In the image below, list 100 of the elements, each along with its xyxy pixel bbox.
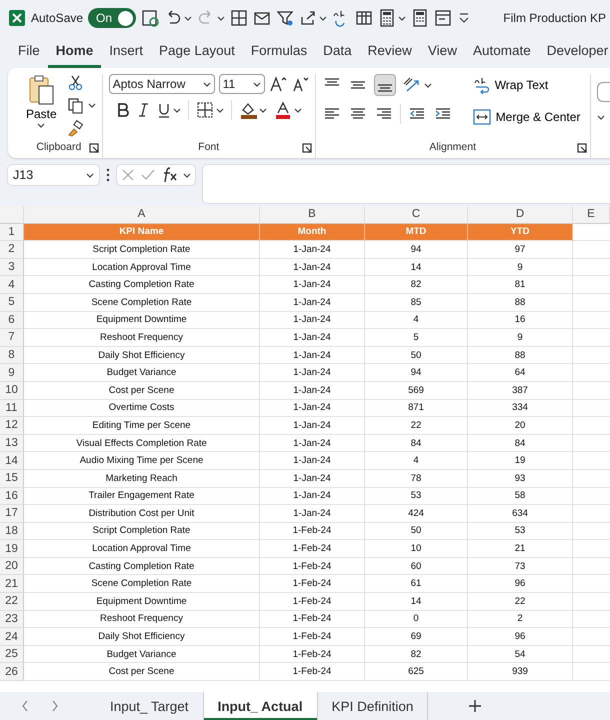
align-bottom-icon[interactable] (374, 74, 396, 96)
row-header[interactable]: 7 (0, 329, 24, 347)
row-header[interactable]: 18 (0, 522, 24, 540)
ribbon-tab[interactable]: Page Layout (151, 36, 243, 68)
row-header[interactable]: 16 (0, 488, 24, 506)
fill-color-icon[interactable] (238, 101, 257, 119)
dialog-launcher-icon[interactable] (576, 143, 587, 153)
caret-icon[interactable] (88, 102, 96, 109)
row-header[interactable]: 1 (0, 224, 24, 242)
caret-icon[interactable] (183, 172, 191, 178)
dialog-launcher-icon[interactable] (302, 143, 312, 153)
form-icon[interactable] (434, 9, 452, 27)
row-header[interactable]: 17 (0, 505, 24, 523)
caret-icon[interactable] (258, 106, 267, 114)
more-icon[interactable] (457, 11, 472, 25)
caret-icon[interactable] (424, 82, 432, 88)
row-header[interactable]: 26 (0, 663, 24, 682)
column-header[interactable]: C (365, 206, 468, 224)
column-header[interactable]: E (573, 206, 610, 224)
row-header[interactable]: 2 (0, 241, 24, 259)
calculator-icon[interactable] (411, 9, 430, 27)
ribbon-tab[interactable]: File (10, 36, 48, 68)
caret-icon[interactable] (294, 106, 302, 114)
increase-font-size-icon[interactable] (268, 75, 287, 93)
caret-icon[interactable] (172, 106, 181, 114)
row-header[interactable]: 20 (0, 558, 24, 576)
dialog-launcher-icon[interactable] (88, 143, 99, 153)
caret-icon[interactable] (86, 172, 94, 178)
font-name-dropdown[interactable]: Aptos Narrow (108, 74, 215, 94)
row-header[interactable]: 24 (0, 628, 24, 646)
name-box[interactable]: J13 (7, 164, 100, 186)
column-header[interactable]: B (260, 206, 365, 224)
row-header[interactable]: 6 (0, 312, 24, 330)
caret-icon[interactable] (252, 80, 261, 88)
caret-icon[interactable] (202, 80, 211, 88)
table-icon[interactable] (355, 9, 374, 27)
row-header[interactable]: 25 (0, 646, 24, 664)
filter-icon[interactable] (276, 9, 294, 27)
column-header[interactable]: D (468, 206, 573, 224)
table-cell: Casting Completion Rate (24, 558, 260, 576)
row-header[interactable]: 14 (0, 452, 24, 470)
sheet-tab[interactable]: Input_ Actual (204, 692, 318, 720)
row-header[interactable]: 4 (0, 276, 24, 294)
underline-icon[interactable] (156, 102, 171, 118)
grid-icon[interactable] (230, 9, 248, 27)
row-header[interactable]: 11 (0, 400, 24, 418)
row-header[interactable]: 5 (0, 294, 24, 312)
row-header[interactable]: 19 (0, 540, 24, 558)
autosave-toggle[interactable]: On (88, 8, 136, 28)
calculator-icon[interactable] (378, 9, 396, 27)
scissors-icon[interactable] (66, 74, 84, 91)
row-header[interactable]: 9 (0, 364, 24, 382)
ribbon-tab[interactable]: Data (315, 36, 360, 68)
share-icon[interactable] (299, 9, 318, 27)
caret-icon[interactable] (217, 14, 226, 22)
row-header[interactable]: 10 (0, 382, 24, 400)
chevron-right-icon[interactable] (50, 699, 60, 713)
table-cell: 94 (365, 364, 468, 382)
clipboard-icon[interactable] (27, 74, 56, 106)
wrap-text-icon[interactable] (472, 76, 490, 94)
dropdown-field[interactable] (596, 82, 610, 102)
ribbon-tab[interactable]: View (420, 36, 465, 68)
insert-function-icon[interactable] (161, 166, 177, 184)
row-header[interactable]: 12 (0, 417, 24, 435)
row-header[interactable]: 23 (0, 610, 24, 628)
caret-icon[interactable] (319, 14, 328, 22)
excel-logo-icon[interactable] (8, 9, 26, 27)
caret-icon[interactable] (216, 106, 224, 114)
ribbon-tab[interactable]: Review (360, 36, 420, 68)
row-header[interactable]: 8 (0, 346, 24, 364)
chevron-left-icon[interactable] (20, 699, 30, 713)
wrap-text-button[interactable]: Wrap Text (472, 74, 548, 96)
row-header[interactable]: 21 (0, 575, 24, 594)
row-header[interactable]: 15 (0, 470, 24, 488)
ribbon-tab[interactable]: Automate (464, 36, 539, 68)
caret-icon[interactable] (37, 122, 46, 129)
caret-icon[interactable] (597, 114, 606, 120)
merge-center-icon[interactable] (472, 108, 491, 126)
format-painter-icon[interactable] (66, 120, 84, 137)
borders-icon[interactable] (196, 101, 214, 119)
row-header[interactable]: 13 (0, 434, 24, 452)
ribbon-tab[interactable]: Insert (101, 36, 152, 68)
paste-button[interactable]: Paste (22, 74, 61, 140)
row-header[interactable]: 3 (0, 258, 24, 276)
font-size-dropdown[interactable]: 11 (218, 74, 265, 94)
caret-icon[interactable] (184, 14, 192, 22)
merge-center-button[interactable]: Merge & Center (472, 106, 606, 128)
font-color-icon[interactable] (274, 101, 292, 119)
row-header[interactable]: 22 (0, 593, 24, 611)
ribbon-tab[interactable]: Formulas (242, 36, 316, 68)
add-sheet-icon[interactable] (468, 699, 482, 713)
decrease-font-size-icon[interactable] (290, 75, 309, 93)
save-icon[interactable] (141, 9, 160, 27)
ribbon-tab[interactable]: Developer (538, 36, 610, 68)
formula-input[interactable] (202, 164, 610, 204)
caret-icon[interactable] (398, 14, 406, 22)
column-header[interactable]: A (24, 206, 260, 224)
copy-icon[interactable] (66, 97, 84, 114)
more-options-icon[interactable] (106, 166, 110, 184)
sheet-tab[interactable]: KPI Definition (318, 692, 428, 720)
